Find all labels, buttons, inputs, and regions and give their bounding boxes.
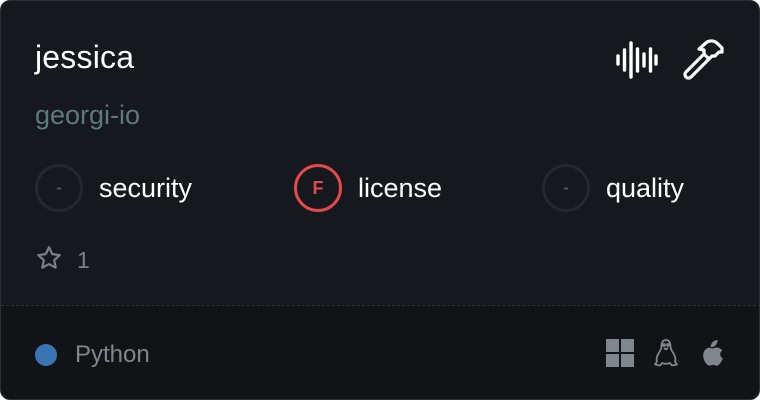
repository-card[interactable]: jessica georgi-io - security F license -…	[0, 0, 760, 400]
header-actions	[613, 37, 725, 83]
audio-waveform-icon[interactable]	[613, 37, 659, 83]
platform-icons	[605, 338, 727, 368]
repo-title[interactable]: jessica	[35, 37, 134, 77]
linux-icon	[651, 338, 681, 368]
apple-icon	[697, 338, 727, 368]
hammer-icon[interactable]	[679, 37, 725, 83]
license-grade-badge: F	[294, 164, 342, 212]
card-footer: Python	[1, 305, 759, 399]
score-quality[interactable]: - quality	[542, 163, 684, 213]
security-grade-badge: -	[35, 164, 83, 212]
star-icon	[35, 244, 63, 277]
star-count[interactable]: 1	[35, 244, 90, 276]
score-security[interactable]: - security	[35, 163, 192, 213]
language-indicator: Python	[35, 340, 150, 370]
language-color-dot	[35, 344, 57, 366]
repo-owner[interactable]: georgi-io	[35, 97, 140, 133]
score-license[interactable]: F license	[294, 163, 442, 213]
windows-icon	[605, 338, 635, 368]
language-name: Python	[75, 341, 150, 368]
quality-grade-badge: -	[542, 164, 590, 212]
star-count-value: 1	[77, 246, 90, 273]
score-row: - security F license - quality	[35, 163, 727, 213]
license-label: license	[358, 172, 443, 203]
quality-label: quality	[606, 172, 685, 203]
security-label: security	[99, 172, 193, 203]
